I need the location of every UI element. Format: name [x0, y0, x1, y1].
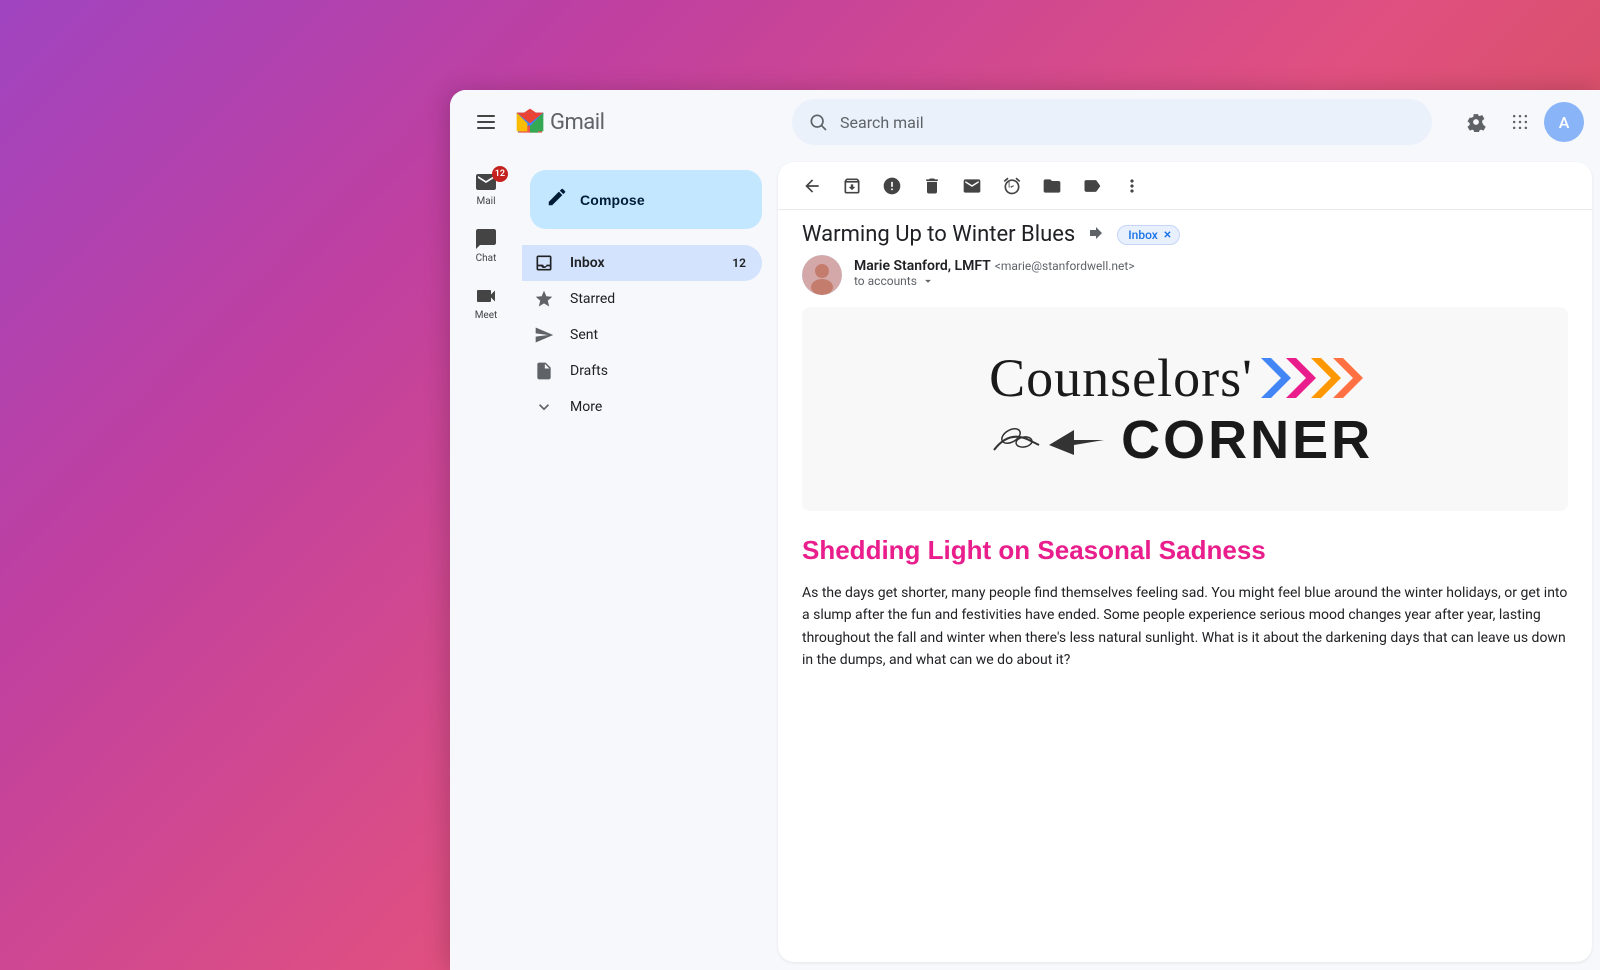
chevrons-graphic	[1261, 353, 1381, 403]
meet-label: Meet	[475, 310, 498, 321]
gmail-m-svg	[514, 106, 546, 138]
spam-button[interactable]	[874, 168, 910, 204]
icon-sidebar: 12 Mail Chat Meet	[450, 154, 522, 970]
back-button[interactable]	[794, 168, 830, 204]
search-icon	[808, 112, 828, 132]
nav-item-inbox[interactable]: Inbox 12	[522, 245, 762, 281]
draft-icon	[534, 361, 554, 381]
header-right: A	[1456, 102, 1584, 142]
chevron-down-icon	[921, 274, 935, 288]
mail-badge: 12	[492, 166, 508, 182]
newsletter-logo: Counselors'	[989, 347, 1381, 471]
article-body: As the days get shorter, many people fin…	[802, 582, 1568, 672]
expand-more-icon	[534, 397, 554, 417]
sent-label: Sent	[570, 327, 746, 343]
archive-button[interactable]	[834, 168, 870, 204]
more-label: More	[570, 399, 746, 415]
nav-item-more[interactable]: More	[522, 389, 762, 425]
avatar-image	[802, 255, 842, 295]
compose-icon	[546, 186, 568, 213]
mail-label: Mail	[476, 196, 495, 207]
search-placeholder: Search mail	[840, 113, 1416, 132]
newsletter-corner: CORNER	[1121, 409, 1373, 471]
chat-icon-wrap	[466, 227, 506, 251]
sender-info: Marie Stanford, LMFT <marie@stanfordwell…	[854, 255, 1568, 288]
sender-name: Marie Stanford, LMFT	[854, 258, 991, 274]
email-toolbar	[778, 162, 1592, 210]
newsletter-top-row: Counselors'	[989, 347, 1381, 409]
nav-item-starred[interactable]: Starred	[522, 281, 762, 317]
star-icon	[534, 289, 554, 309]
meet-icon-wrap	[466, 284, 506, 308]
newsletter-counselors: Counselors'	[989, 347, 1253, 409]
sidebar-item-mail[interactable]: 12 Mail	[456, 162, 516, 215]
sender-to: to accounts	[854, 274, 1568, 288]
user-avatar[interactable]: A	[1544, 102, 1584, 142]
menu-button[interactable]	[466, 102, 506, 142]
sidebar-item-chat[interactable]: Chat	[456, 219, 516, 272]
chat-label: Chat	[476, 253, 497, 264]
mark-unread-button[interactable]	[954, 168, 990, 204]
sender-email: <marie@stanfordwell.net>	[995, 259, 1135, 273]
email-pane: Warming Up to Winter Blues Inbox ×	[778, 162, 1592, 962]
inbox-badge: Inbox ×	[1117, 225, 1180, 245]
email-sender: Marie Stanford, LMFT <marie@stanfordwell…	[778, 255, 1592, 307]
drafts-label: Drafts	[570, 363, 746, 379]
inbox-badge-close[interactable]: ×	[1164, 228, 1171, 242]
meet-icon	[474, 284, 498, 308]
menu-line-2	[477, 121, 495, 123]
article-heading: Shedding Light on Seasonal Sadness	[802, 535, 1568, 566]
main-content: 12 Mail Chat Meet	[450, 154, 1600, 970]
forward-icon	[1087, 224, 1105, 246]
inbox-count: 12	[732, 256, 746, 270]
search-bar[interactable]: Search mail	[792, 99, 1432, 145]
sender-avatar	[802, 255, 842, 295]
starred-label: Starred	[570, 291, 746, 307]
email-subject: Warming Up to Winter Blues	[802, 222, 1075, 247]
nav-item-drafts[interactable]: Drafts	[522, 353, 762, 389]
settings-button[interactable]	[1456, 102, 1496, 142]
decorative-plant	[989, 420, 1109, 460]
nav-item-sent[interactable]: Sent	[522, 317, 762, 353]
header-left: Gmail	[466, 102, 776, 142]
inbox-badge-label: Inbox	[1128, 228, 1158, 242]
newsletter-header: Counselors'	[802, 307, 1568, 511]
gmail-label: Gmail	[550, 110, 604, 135]
snooze-button[interactable]	[994, 168, 1030, 204]
gmail-window: Gmail Search mail	[450, 90, 1600, 970]
menu-line-1	[477, 115, 495, 117]
apps-button[interactable]	[1500, 102, 1540, 142]
inbox-label: Inbox	[570, 255, 716, 271]
chat-icon	[474, 227, 498, 251]
header: Gmail Search mail	[450, 90, 1600, 154]
email-body[interactable]: Counselors'	[778, 307, 1592, 962]
compose-button[interactable]: Compose	[530, 170, 762, 229]
sidebar-item-meet[interactable]: Meet	[456, 276, 516, 329]
delete-button[interactable]	[914, 168, 950, 204]
nav-sidebar: Compose Inbox 12 Starred	[522, 154, 778, 970]
compose-label: Compose	[580, 192, 645, 208]
gmail-logo[interactable]: Gmail	[514, 106, 604, 138]
send-icon	[534, 325, 554, 345]
labels-button[interactable]	[1074, 168, 1110, 204]
email-subject-bar: Warming Up to Winter Blues Inbox ×	[778, 210, 1592, 255]
more-actions-button[interactable]	[1114, 168, 1150, 204]
mail-icon-wrap: 12	[466, 170, 506, 194]
menu-line-3	[477, 127, 495, 129]
move-button[interactable]	[1034, 168, 1070, 204]
inbox-icon	[534, 253, 554, 273]
newsletter-bottom-row: CORNER	[989, 409, 1373, 471]
